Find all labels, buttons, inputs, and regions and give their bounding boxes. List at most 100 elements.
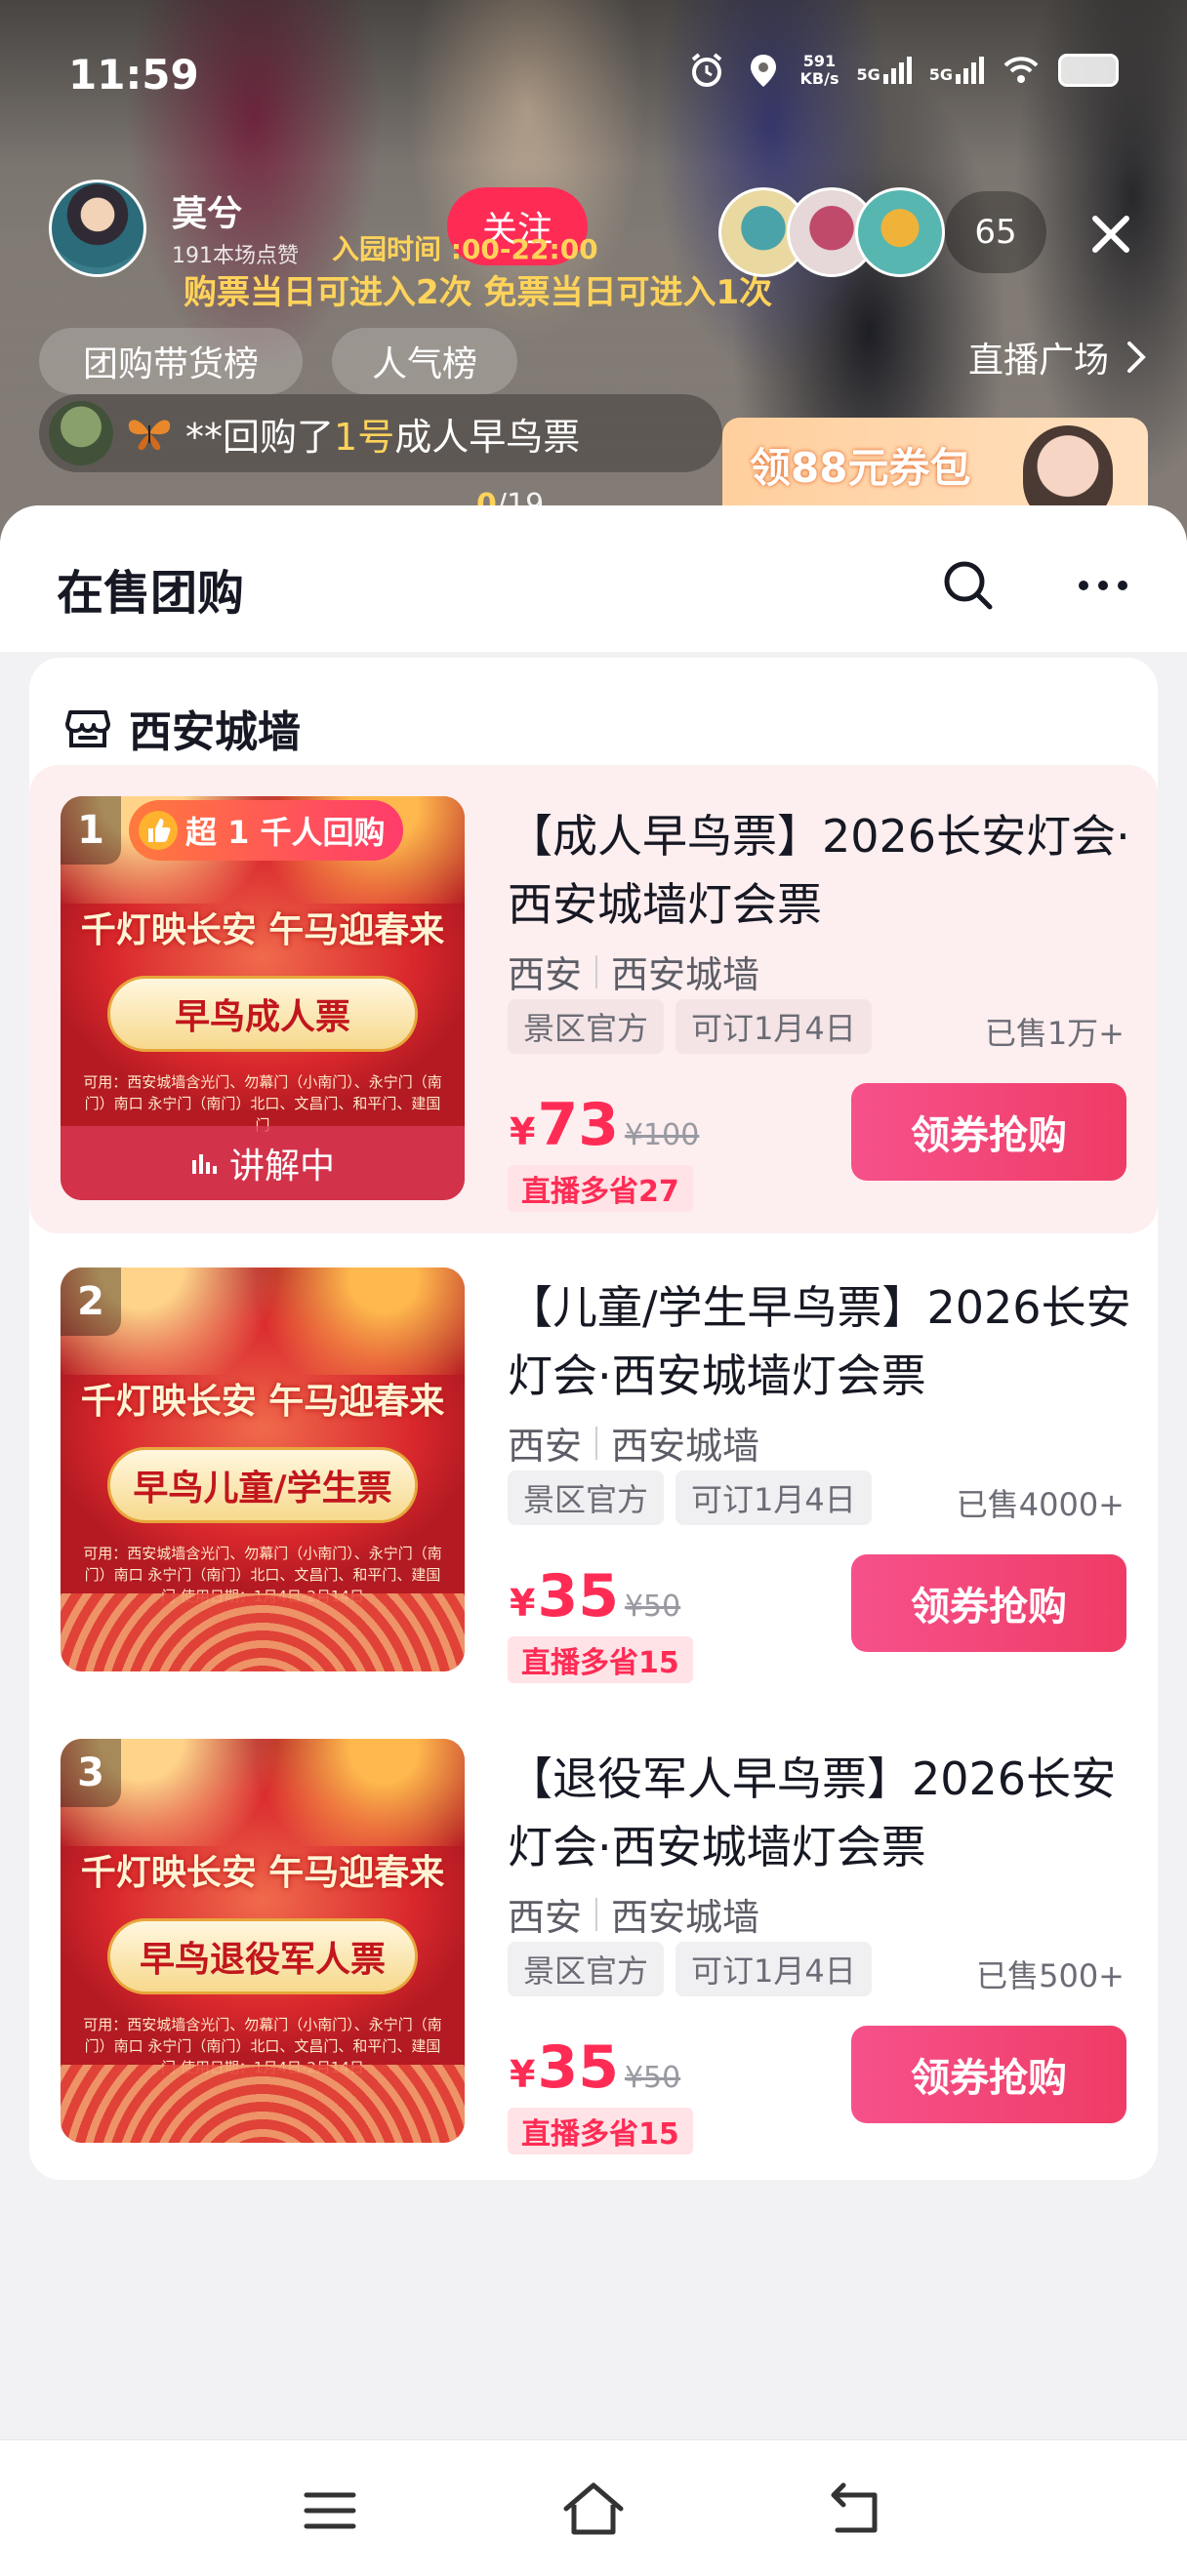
product-item[interactable]: 千灯映长安 午马迎春来 早鸟成人票 可用：西安城墙含光门、勿幕门（小南门）、永宁… [29,765,1158,1233]
group-buy-sheet: 在售团购 西安城墙 千灯映长安 午马迎春来 早鸟成人票 可用：西安城墙含光门、勿… [0,505,1187,2576]
product-item[interactable]: 千灯映长安 午马迎春来 早鸟儿童/学生票 可用：西安城墙含光门、勿幕门（小南门）… [29,1236,1158,1705]
butterfly-icon [128,420,171,451]
anchor-avatar[interactable] [49,180,146,277]
overlay-hours-text: 入园时间 :00-22:00 [332,233,598,265]
thumbnail-decoration [61,1268,465,1375]
viewer-avatar[interactable] [855,187,945,277]
audio-wave-icon [191,1154,217,1174]
system-nav-bar [0,2439,1187,2576]
divider [595,1426,598,1460]
product-thumbnail[interactable]: 千灯映长安 午马迎春来 早鸟成人票 可用：西安城墙含光门、勿幕门（小南门）、永宁… [61,796,465,1200]
home-icon[interactable] [558,2475,629,2546]
price: ¥ 73 ¥100 [510,1091,699,1159]
more-icon[interactable] [1072,558,1134,613]
sim2-label: 5G [928,65,953,84]
signal-bars-icon [956,57,984,84]
live-square-link[interactable]: 直播广场 [968,332,1148,382]
shop-name: 西安城墙 [129,707,301,757]
original-price: ¥50 [624,2061,681,2095]
thumbnail-ticket-label: 早鸟退役军人票 [107,1918,418,1994]
back-icon[interactable] [820,2475,890,2546]
sold-count: 已售1万+ [984,1015,1125,1052]
product-place: 西安城墙 [611,1896,760,1939]
sheet-title: 在售团购 [57,566,245,621]
product-thumbnail[interactable]: 千灯映长安 午马迎春来 早鸟退役军人票 可用：西安城墙含光门、勿幕门（小南门）、… [61,1739,465,2143]
product-location: 西安 西安城墙 [508,1416,759,1469]
thumbnail-slogan: 千灯映长安 午马迎春来 [80,910,445,950]
sim1-label: 5G [856,65,880,84]
viewer-count[interactable]: 65 [945,191,1046,273]
price-value: 73 [537,1091,619,1159]
sheet-header: 在售团购 [0,505,1187,652]
currency-symbol: ¥ [510,2053,536,2096]
tag-bookable-date: 可订1月4日 [675,1942,872,1996]
anchor-name: 莫兮 [172,194,243,234]
status-time: 11:59 [68,51,199,99]
product-place: 西安城墙 [611,1425,760,1468]
original-price: ¥100 [624,1118,700,1152]
thumbnail-slogan: 千灯映长安 午马迎春来 [80,1853,445,1893]
status-bar: 11:59 591 KB/s 5G 5G [0,0,1187,146]
claim-coupon-buy-button[interactable]: 领券抢购 [851,2026,1126,2123]
live-discount-badge: 直播多省15 [508,2108,693,2154]
tab-popularity-rank[interactable]: 人气榜 [332,328,517,394]
net-speed-value: 591 [802,52,837,70]
currency-symbol: ¥ [510,1110,536,1153]
price-value: 35 [537,1562,619,1630]
claim-coupon-buy-button[interactable]: 领券抢购 [851,1083,1126,1181]
overlay-entry-text: 购票当日可进入2次 免票当日可进入1次 [184,273,773,312]
live-discount-badge: 直播多省27 [508,1165,693,1212]
close-icon[interactable] [1078,201,1144,267]
buyer-avatar [49,401,113,465]
product-title[interactable]: 【成人早鸟票】2026长安灯会·西安城墙灯会票 [508,802,1132,939]
currency-symbol: ¥ [510,1582,536,1625]
purchase-notice: **回购了 1号 成人早鸟票 [39,394,722,472]
live-square-label: 直播广场 [967,341,1109,381]
product-item[interactable]: 千灯映长安 午马迎春来 早鸟退役军人票 可用：西安城墙含光门、勿幕门（小南门）、… [29,1708,1158,2176]
claim-coupon-buy-button[interactable]: 领券抢购 [851,1554,1126,1652]
product-location: 西安 西安城墙 [508,945,759,998]
thumbnail-slogan: 千灯映长安 午马迎春来 [80,1382,445,1422]
shop-icon [65,710,110,747]
product-city: 西安 [508,1425,583,1468]
explaining-indicator: 讲解中 [61,1126,465,1200]
chevron-right-icon [1127,342,1146,373]
explaining-label: 讲解中 [228,1147,335,1187]
signal-sim2: 5G [929,57,984,84]
rank-number: 1 [61,796,121,865]
thumbnail-waves [61,2065,465,2143]
price: ¥ 35 ¥50 [510,2033,680,2102]
product-city: 西安 [508,1896,583,1939]
shop-header[interactable]: 西安城墙 [62,697,301,759]
shop-card: 西安城墙 千灯映长安 午马迎春来 早鸟成人票 可用：西安城墙含光门、勿幕门（小南… [29,658,1158,2180]
live-discount-badge: 直播多省15 [508,1636,693,1683]
repurchase-badge: 超 1 千人回购 [129,800,403,861]
thumbnail-ticket-label: 早鸟成人票 [107,976,418,1052]
net-speed-unit: KB/s [799,69,839,88]
rank-number: 2 [61,1268,121,1336]
thumbnail-waves [61,1593,465,1671]
product-thumbnail[interactable]: 千灯映长安 午马迎春来 早鸟儿童/学生票 可用：西安城墙含光门、勿幕门（小南门）… [61,1268,465,1671]
tag-bookable-date: 可订1月4日 [675,999,872,1054]
product-title[interactable]: 【退役军人早鸟票】2026长安灯会·西安城墙灯会票 [508,1745,1132,1881]
rank-number: 3 [61,1739,121,1807]
tab-group-buy-rank[interactable]: 团购带货榜 [39,328,303,394]
tag-official: 景区官方 [508,1942,665,1996]
product-tags: 景区官方 可订1月4日 [508,1470,872,1525]
price-value: 35 [537,2033,619,2102]
thumbnail-ticket-label: 早鸟儿童/学生票 [107,1447,418,1523]
divider [595,1897,598,1931]
signal-bars-icon [882,57,912,84]
search-icon[interactable] [937,554,1000,617]
price: ¥ 35 ¥50 [510,1562,680,1630]
battery-icon [1058,54,1119,87]
menu-icon[interactable] [295,2475,365,2546]
product-title[interactable]: 【儿童/学生早鸟票】2026长安灯会·西安城墙灯会票 [508,1273,1132,1410]
top-viewers[interactable] [718,187,945,277]
thumbnail-decoration [61,1739,465,1846]
signal-sim1: 5G [856,57,912,84]
buy-notice-prefix: **回购了 [185,415,335,459]
buy-notice-item: 1号 [334,415,395,459]
status-icons: 591 KB/s 5G 5G [687,51,1119,90]
product-city: 西安 [508,953,583,996]
